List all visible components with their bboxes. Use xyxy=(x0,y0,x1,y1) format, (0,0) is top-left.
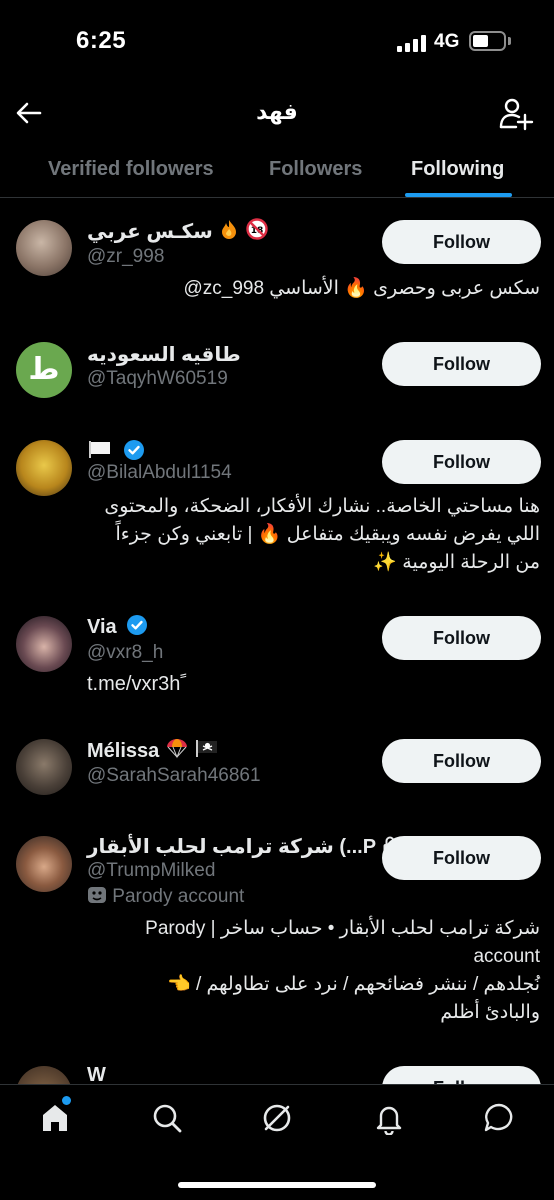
tab-verified-followers[interactable]: Verified followers xyxy=(48,158,214,181)
avatar[interactable] xyxy=(16,836,72,892)
user-handle: @SarahSarah46861 xyxy=(87,765,261,786)
follow-button[interactable]: Follow xyxy=(382,342,541,386)
follow-button[interactable]: Follow xyxy=(382,616,541,660)
theater-masks-icon xyxy=(88,887,106,903)
bottom-nav xyxy=(0,1084,554,1200)
tab-followers[interactable]: Followers xyxy=(269,158,362,181)
signal-icon xyxy=(397,34,427,52)
user-name: Mélissa xyxy=(87,737,220,763)
user-name: طاقيه السعوديه xyxy=(87,344,241,366)
messages-icon[interactable] xyxy=(482,1101,516,1135)
network-type: 4G xyxy=(434,31,460,52)
avatar[interactable] xyxy=(16,739,72,795)
home-indicator xyxy=(178,1182,376,1188)
follow-button[interactable]: Follow xyxy=(382,440,541,484)
avatar[interactable]: ط xyxy=(16,342,72,398)
user-handle: @vxr8_h xyxy=(87,642,164,663)
parachute-icon xyxy=(166,739,187,759)
user-bio: t.me/vxr3h ً xyxy=(87,673,187,695)
bell-icon[interactable] xyxy=(372,1101,406,1135)
parody-label: Parody account xyxy=(87,886,244,908)
user-handle: @BilalAbdul1154 xyxy=(87,462,232,483)
notification-dot xyxy=(62,1096,71,1105)
user-name xyxy=(87,438,145,464)
user-name: سكـس عربي 18 xyxy=(87,218,268,244)
user-name: Via xyxy=(87,614,148,639)
follow-button[interactable]: Follow xyxy=(382,220,541,264)
add-user-icon[interactable] xyxy=(498,96,534,132)
grok-icon[interactable] xyxy=(260,1101,294,1135)
header: فهد xyxy=(0,84,554,146)
status-time: 6:25 xyxy=(76,27,127,54)
home-icon[interactable] xyxy=(38,1101,72,1135)
user-name: شركة ترامب لحلب الأبقار (...P xyxy=(87,834,399,859)
follow-button[interactable]: Follow xyxy=(382,739,541,783)
tab-bar: Verified followers Followers Following xyxy=(0,146,554,198)
avatar[interactable] xyxy=(16,440,72,496)
status-bar: 6:25 4G xyxy=(0,0,554,84)
user-handle: @TrumpMilked xyxy=(87,860,216,881)
user-bio: هنا مساحتي الخاصة.. نشارك الأفكار، الضحك… xyxy=(104,496,540,573)
user-handle: @TaqyhW60519 xyxy=(87,368,228,389)
user-bio: سكس عربى وحصرى 🔥 الأساسي zc_998@ xyxy=(183,278,540,299)
white-flag-icon xyxy=(89,441,110,458)
tab-active-indicator xyxy=(405,193,512,197)
verified-badge-icon xyxy=(127,615,148,635)
age-restricted-icon: 18 xyxy=(246,218,268,240)
user-handle: @zr_998 xyxy=(87,246,165,267)
follow-button[interactable]: Follow xyxy=(382,836,541,880)
user-bio: شركة ترامب لحلب الأبقار • حساب ساخر | Pa… xyxy=(145,918,540,1023)
battery-icon xyxy=(469,31,506,51)
page-title: فهد xyxy=(256,99,298,124)
fire-icon xyxy=(222,220,237,239)
pirate-flag-icon xyxy=(196,740,218,757)
search-icon[interactable] xyxy=(150,1101,184,1135)
verified-badge-icon xyxy=(123,440,144,460)
tab-following[interactable]: Following xyxy=(411,158,504,181)
avatar[interactable] xyxy=(16,616,72,672)
avatar[interactable] xyxy=(16,220,72,276)
